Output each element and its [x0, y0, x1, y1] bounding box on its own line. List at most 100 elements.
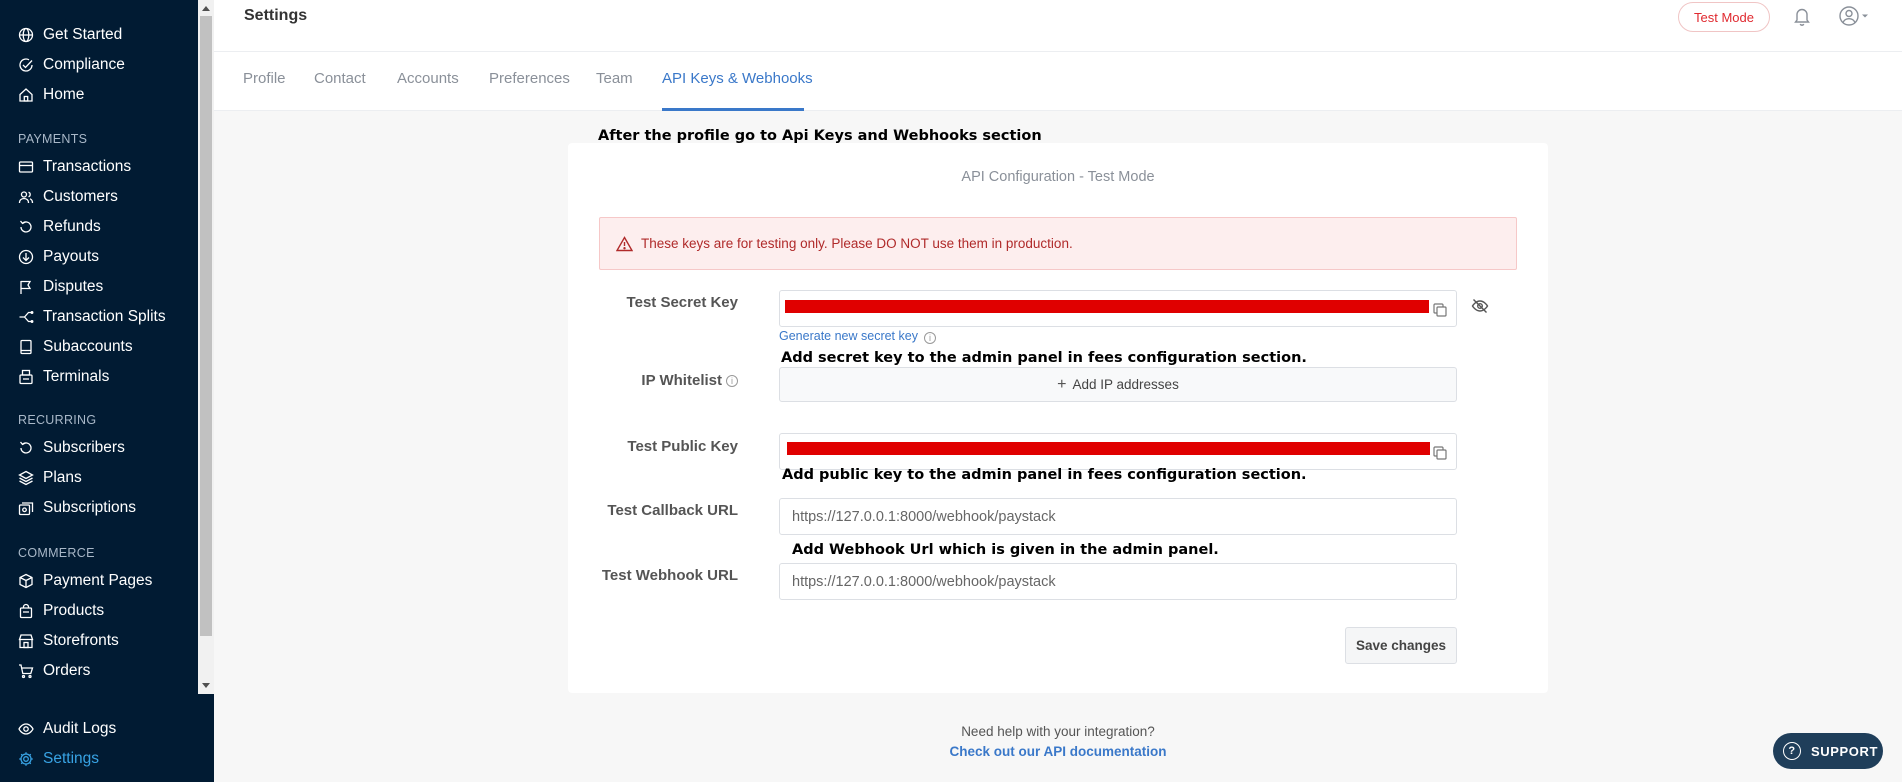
user-avatar-icon — [1839, 6, 1868, 26]
bell-icon[interactable] — [1792, 5, 1812, 27]
copy-icon[interactable] — [1432, 445, 1448, 461]
sidebar-item-label: Subaccounts — [43, 338, 133, 355]
info-icon: i — [923, 332, 936, 344]
active-tab-indicator — [662, 108, 804, 111]
sidebar-item-disputes[interactable]: Disputes — [18, 276, 103, 298]
bag-icon — [18, 603, 34, 619]
api-docs-link[interactable]: Check out our API documentation — [568, 744, 1548, 759]
sidebar-item-home[interactable]: Home — [18, 84, 84, 106]
tab-contact[interactable]: Contact — [314, 70, 366, 87]
sidebar-item-orders[interactable]: Orders — [18, 660, 90, 682]
sidebar-item-refunds[interactable]: Refunds — [18, 216, 101, 238]
save-changes-button[interactable]: Save changes — [1345, 627, 1457, 664]
help-text: Need help with your integration? — [961, 724, 1155, 739]
sidebar-item-payment-pages[interactable]: Payment Pages — [18, 570, 152, 592]
ip-whitelist-label: IP Whitelist i — [568, 372, 738, 389]
box-icon — [18, 573, 34, 589]
sidebar-item-label: Transaction Splits — [43, 308, 166, 325]
test-mode-badge[interactable]: Test Mode — [1678, 2, 1770, 32]
sidebar-item-label: Get Started — [43, 26, 123, 43]
card-icon — [18, 159, 34, 175]
sidebar-section-payments: PAYMENTS — [18, 132, 88, 146]
sidebar-item-subaccounts[interactable]: Subaccounts — [18, 336, 133, 358]
redacted-public-key — [787, 442, 1430, 455]
check-circle-icon — [18, 57, 34, 73]
sidebar-item-label: Customers — [43, 188, 118, 205]
scrollbar-thumb[interactable] — [200, 16, 212, 636]
sidebar-item-label: Payouts — [43, 248, 100, 265]
sidebar-item-plans[interactable]: Plans — [18, 467, 82, 489]
generate-secret-key-link[interactable]: Generate new secret key i — [779, 329, 936, 344]
sidebar-item-audit-logs[interactable]: Audit Logs — [18, 718, 116, 740]
settings-tabs: Profile Contact Accounts Preferences Tea… — [214, 52, 1902, 111]
sidebar-item-products[interactable]: Products — [18, 600, 104, 622]
generate-link-text[interactable]: Generate new secret key — [779, 329, 918, 343]
support-button[interactable]: ? SUPPORT — [1773, 733, 1883, 769]
tab-accounts[interactable]: Accounts — [397, 70, 459, 87]
payout-icon — [18, 249, 34, 265]
secret-key-field[interactable] — [779, 290, 1457, 327]
sidebar-item-settings[interactable]: Settings — [18, 748, 99, 770]
sidebar-item-subscriptions[interactable]: Subscriptions — [18, 497, 136, 519]
webhook-url-input[interactable]: https://127.0.0.1:8000/webhook/paystack — [779, 563, 1457, 600]
sidebar-bottom: Audit Logs Settings — [0, 694, 214, 782]
tab-profile[interactable]: Profile — [243, 70, 286, 87]
annotation-webhook: Add Webhook Url which is given in the ad… — [792, 542, 1219, 558]
info-icon: i — [726, 375, 738, 387]
public-key-field[interactable] — [779, 433, 1457, 470]
callback-url-input[interactable]: https://127.0.0.1:8000/webhook/paystack — [779, 498, 1457, 535]
sidebar-item-get-started[interactable]: Get Started — [18, 24, 122, 46]
tab-team[interactable]: Team — [596, 70, 633, 87]
sidebar-item-compliance[interactable]: Compliance — [18, 54, 125, 76]
sidebar-item-label: Subscribers — [43, 439, 125, 456]
sidebar-item-storefronts[interactable]: Storefronts — [18, 630, 119, 652]
annotation-secret: Add secret key to the admin panel in fee… — [781, 350, 1307, 366]
users-icon — [18, 189, 34, 205]
sidebar-section-recurring: RECURRING — [18, 413, 97, 427]
sidebar-item-label: Storefronts — [43, 632, 119, 649]
card-title: API Configuration - Test Mode — [961, 169, 1155, 185]
sidebar-item-customers[interactable]: Customers — [18, 186, 118, 208]
sidebar-item-label: Disputes — [43, 278, 104, 295]
home-icon — [18, 87, 34, 103]
copy-icon[interactable] — [1432, 302, 1448, 318]
add-ip-label: Add IP addresses — [1072, 377, 1179, 392]
sidebar-item-label: Plans — [43, 469, 82, 486]
redacted-secret-key — [785, 300, 1429, 313]
sidebar-section-commerce: COMMERCE — [18, 546, 95, 560]
sidebar-item-label: Orders — [43, 662, 91, 679]
sidebar-item-transaction-splits[interactable]: Transaction Splits — [18, 306, 166, 328]
terminal-icon — [18, 369, 34, 385]
store-icon — [18, 633, 34, 649]
sidebar-item-payouts[interactable]: Payouts — [18, 246, 99, 268]
secret-key-label: Test Secret Key — [626, 294, 738, 311]
refund-icon — [18, 219, 34, 235]
user-menu[interactable] — [1838, 5, 1872, 27]
hide-eye-icon[interactable] — [1471, 297, 1489, 315]
annotation-public: Add public key to the admin panel in fee… — [782, 467, 1307, 483]
sidebar-item-transactions[interactable]: Transactions — [18, 156, 131, 178]
sidebar-scrollbar[interactable] — [198, 0, 214, 694]
gear-icon — [18, 751, 34, 767]
sidebar-item-label: Terminals — [43, 368, 110, 385]
tab-api-keys-webhooks[interactable]: API Keys & Webhooks — [662, 70, 813, 87]
test-keys-warning: These keys are for testing only. Please … — [599, 217, 1517, 270]
eye-icon — [18, 721, 34, 737]
sidebar-item-label: Home — [43, 86, 85, 103]
sidebar-nav: Get Started Compliance Home PAYMENTS Tra… — [0, 0, 198, 694]
warning-text: These keys are for testing only. Please … — [641, 236, 1073, 251]
callback-url-label: Test Callback URL — [607, 502, 738, 519]
api-config-card: API Configuration - Test Mode These keys… — [568, 143, 1548, 693]
flag-icon — [18, 279, 34, 295]
add-ip-button[interactable]: + Add IP addresses — [779, 367, 1457, 402]
top-header: Settings Test Mode — [214, 0, 1902, 52]
book-icon — [18, 339, 34, 355]
warning-icon — [616, 235, 633, 251]
sidebar-item-terminals[interactable]: Terminals — [18, 366, 109, 388]
tab-preferences[interactable]: Preferences — [489, 70, 570, 87]
scroll-down-icon[interactable] — [202, 683, 210, 688]
scroll-up-icon[interactable] — [202, 6, 210, 11]
sidebar-item-label: Refunds — [43, 218, 101, 235]
sidebar-item-subscribers[interactable]: Subscribers — [18, 437, 125, 459]
sidebar-item-label: Products — [43, 602, 105, 619]
